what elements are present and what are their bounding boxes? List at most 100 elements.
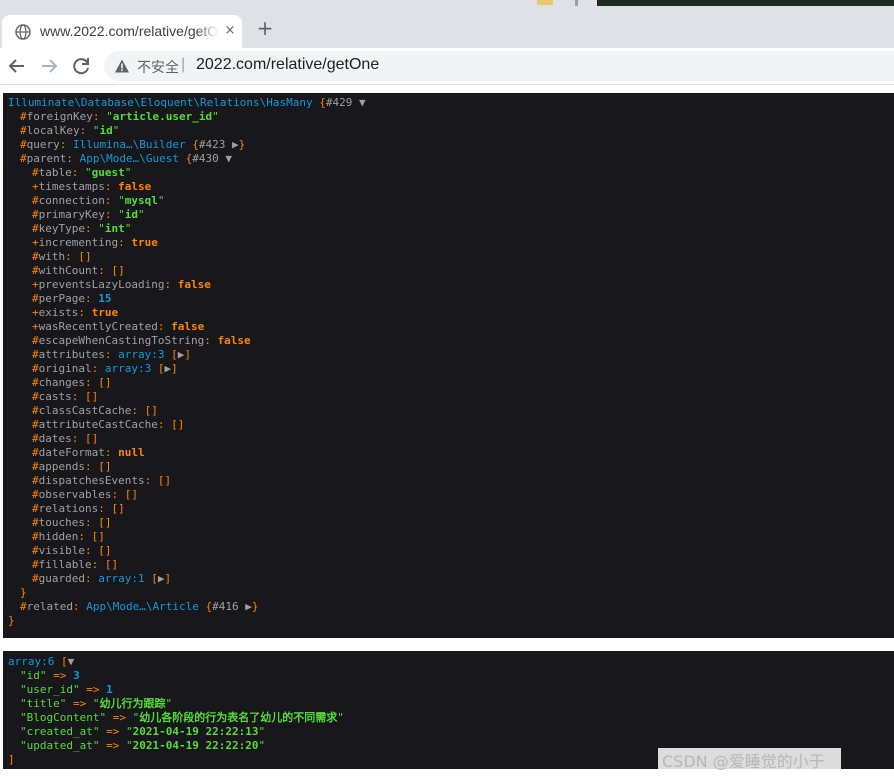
- number-value: 15: [98, 292, 112, 305]
- dump-text: {: [312, 96, 326, 109]
- quote-text: ": [85, 166, 92, 179]
- dump-text: #: [20, 152, 27, 165]
- dump-line: #touches: []: [32, 516, 111, 530]
- dump-line: ]: [8, 753, 15, 767]
- dump-text: [: [151, 362, 165, 375]
- csdn-watermark: CSDN @爱睡觉的小于: [658, 748, 841, 772]
- keyword-value: false: [118, 180, 152, 193]
- not-secure-label[interactable]: 不安全: [137, 57, 179, 77]
- property-name: localKey: [26, 124, 80, 137]
- address-url[interactable]: 2022.com/relative/getOne: [196, 56, 379, 74]
- property-name: escapeWhenCastingToString: [38, 334, 205, 347]
- property-name: changes: [38, 376, 85, 389]
- number-value: 1: [106, 683, 113, 696]
- dump-line: "updated_at" => "2021-04-19 22:22:20": [20, 739, 265, 753]
- new-tab-button[interactable]: +: [255, 18, 275, 38]
- dump-text: =>: [99, 725, 126, 738]
- dump-text: }: [251, 600, 259, 613]
- dump-line: +wasRecentlyCreated: false: [32, 320, 204, 334]
- keyword-value: true: [91, 306, 119, 319]
- object-id: #423: [198, 138, 226, 151]
- class-name: App\Mode…\Article: [86, 600, 199, 613]
- property-name: withCount: [38, 264, 99, 277]
- property-name: perPage: [38, 292, 85, 305]
- keyword-value: false: [217, 334, 251, 347]
- property-name: table: [38, 166, 72, 179]
- back-arrow-icon[interactable]: [5, 54, 29, 78]
- dump-text: #: [32, 250, 39, 263]
- dump-line: #primaryKey: "id": [32, 208, 145, 222]
- forward-arrow-icon[interactable]: [37, 54, 61, 78]
- property-name: attributes: [38, 348, 105, 361]
- expand-toggle-icon[interactable]: ▶: [239, 600, 252, 613]
- dump-line: #dates: []: [32, 432, 98, 446]
- collapse-toggle-icon[interactable]: ▼: [352, 96, 366, 109]
- class-name: Illuminate\Database\Eloquent\Relations\H…: [8, 96, 313, 109]
- tab-bar: www.2022.com/relative/getOne × +: [0, 8, 894, 48]
- quote-text: "title": [20, 697, 67, 710]
- background-window-fragment: [575, 0, 578, 6]
- dump-line: #dispatchesEvents: []: [32, 474, 171, 488]
- dump-text: : []: [91, 558, 119, 571]
- dump-text: :: [104, 208, 119, 221]
- dump-text: : []: [84, 544, 112, 557]
- dump-line: #observables: []: [32, 488, 138, 502]
- dump-text: ]: [171, 362, 178, 375]
- dump-text: #: [32, 390, 39, 403]
- dump-line: +timestamps: false: [32, 180, 151, 194]
- dump-line: "created_at" => "2021-04-19 22:22:13": [20, 725, 265, 739]
- dump-text: #: [32, 208, 39, 221]
- browser-tab-active[interactable]: www.2022.com/relative/getOne ×: [2, 15, 242, 48]
- dump-text: : []: [71, 390, 99, 403]
- close-tab-icon[interactable]: ×: [221, 22, 239, 40]
- collapse-toggle-icon[interactable]: ▼: [219, 152, 232, 165]
- property-name: dispatchesEvents: [38, 474, 145, 487]
- dump-text: #: [32, 446, 39, 459]
- dump-text: :: [104, 180, 119, 193]
- dump-text: #: [32, 264, 39, 277]
- property-name: classCastCache: [38, 404, 132, 417]
- dump-text: : []: [78, 530, 105, 543]
- dump-line: #connection: "mysql": [32, 194, 164, 208]
- warning-triangle-icon[interactable]: [114, 58, 130, 74]
- quote-text: ": [118, 194, 125, 207]
- dump-text: #: [20, 600, 27, 613]
- quote-text: ": [125, 739, 133, 752]
- string-value: article.user_id: [112, 110, 213, 123]
- dump-text: #: [20, 124, 27, 137]
- address-separator: |: [181, 56, 186, 73]
- dump-line: +exists: true: [32, 306, 118, 320]
- property-name: timestamps: [38, 180, 105, 193]
- dump-text: :: [79, 124, 93, 137]
- dump-text: =>: [106, 711, 133, 724]
- background-window-fragment: [597, 0, 894, 6]
- dump-text: #: [32, 222, 39, 235]
- dump-text: :: [84, 572, 99, 585]
- dump-line: #classCastCache: []: [32, 404, 158, 418]
- dump-text: #: [32, 418, 39, 431]
- property-name: dateFormat: [38, 446, 105, 459]
- dump-text: :: [204, 334, 218, 347]
- dump-text: :: [104, 446, 119, 459]
- dump-line: #related: App\Mode…\Article {#416 ▶}: [20, 600, 258, 614]
- dump-text: :: [84, 292, 99, 305]
- address-bar[interactable]: 不安全 | 2022.com/relative/getOne: [104, 51, 894, 81]
- dump-text: :: [71, 166, 85, 179]
- reload-icon[interactable]: [69, 54, 93, 78]
- dump-text: #: [32, 502, 39, 515]
- property-name: exists: [38, 306, 79, 319]
- property-name: casts: [38, 390, 72, 403]
- dump-line: +incrementing: true: [32, 236, 158, 250]
- dump-text: #: [32, 404, 39, 417]
- dump-line: #attributeCastCache: []: [32, 418, 184, 432]
- property-name: guarded: [38, 572, 85, 585]
- dump-line: "title" => "幼儿行为跟踪": [20, 697, 172, 711]
- expand-toggle-icon[interactable]: ▶: [225, 138, 239, 151]
- dump-line: #changes: []: [32, 376, 111, 390]
- dump-text: : []: [84, 376, 112, 389]
- dump-text: +: [32, 306, 39, 319]
- dump-line: #withCount: []: [32, 264, 125, 278]
- collapse-toggle-icon[interactable]: ▼: [68, 655, 75, 668]
- dump-text: : []: [65, 250, 92, 263]
- dump-text: :: [164, 278, 178, 291]
